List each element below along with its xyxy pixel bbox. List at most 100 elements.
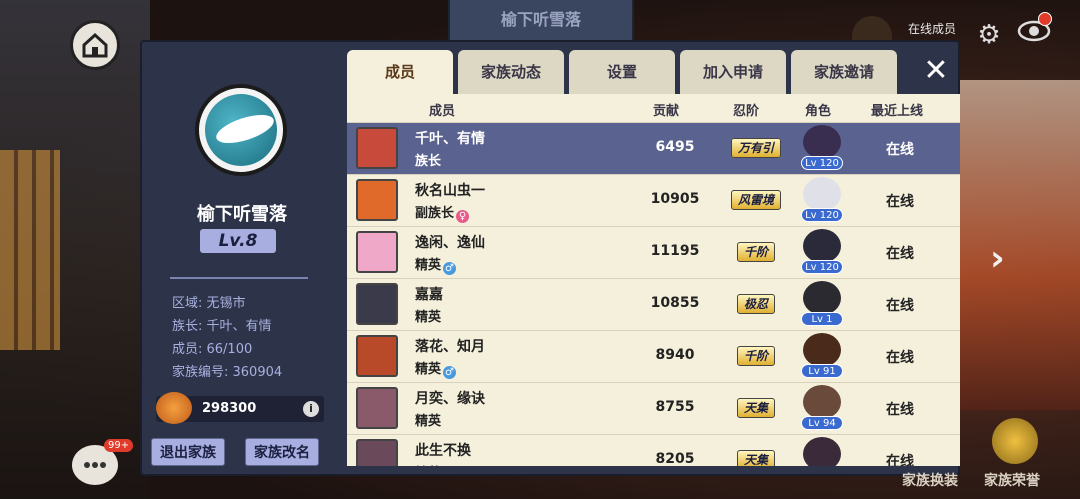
member-last-online: 在线	[886, 454, 914, 466]
member-last-online: 在线	[886, 298, 914, 314]
chat-button[interactable]: 99+	[72, 439, 134, 485]
eye-button[interactable]	[1016, 12, 1056, 50]
member-title: 精英	[415, 414, 442, 429]
coin-bag-icon	[156, 392, 192, 424]
table-row[interactable]: 月奕、缘诀 精英 8755 天集 Lv 94 在线	[347, 382, 960, 434]
background-right-scene	[960, 80, 1080, 410]
member-avatar[interactable]	[356, 387, 398, 429]
table-header: 成员 贡献 忍阶 角色 最近上线	[347, 94, 960, 122]
member-title: 精英♀	[415, 462, 456, 466]
member-contribution: 8205	[655, 451, 695, 466]
clan-emblem	[195, 84, 287, 176]
member-avatar[interactable]	[356, 231, 398, 273]
table-row[interactable]: 秋名山虫一 副族长 ♀ 10905 风雷境 Lv 120 在线	[347, 174, 960, 226]
member-last-online: 在线	[886, 194, 914, 210]
member-avatar[interactable]	[356, 127, 398, 169]
member-level: Lv 120	[801, 260, 843, 274]
clan-funds-value: 298300	[202, 401, 257, 416]
member-contribution: 8755	[655, 399, 695, 415]
header-last-online: 最近上线	[871, 104, 924, 119]
male-icon: ♂	[443, 366, 457, 379]
clan-swap-button[interactable]: 家族换装	[902, 470, 958, 490]
member-name: 嘉嘉	[415, 287, 443, 303]
member-title: 精英 ♂	[415, 254, 457, 275]
header-rank: 忍阶	[733, 104, 760, 119]
table-row[interactable]: 千叶、有情 族长 6495 万有引 Lv 120 在线	[347, 122, 960, 174]
member-name: 千叶、有情	[415, 131, 485, 147]
clan-number: 家族编号: 360904	[172, 365, 283, 380]
member-name: 秋名山虫一	[415, 183, 485, 199]
member-title: 精英	[415, 310, 442, 325]
chat-badge: 99+	[104, 439, 134, 452]
member-name: 逸闲、逸仙	[415, 235, 485, 251]
gear-icon[interactable]: ⚙	[974, 20, 1004, 50]
table-row[interactable]: 嘉嘉 精英 10855 极忍 Lv 1 在线	[347, 278, 960, 330]
header-member: 成员	[429, 104, 456, 119]
member-rank-badge: 极忍	[723, 289, 789, 319]
divider	[170, 277, 308, 279]
member-table: 成员 贡献 忍阶 角色 最近上线 千叶、有情 族长 6495 万有引 Lv 12…	[347, 94, 960, 466]
tab-settings[interactable]: 设置	[569, 50, 675, 94]
clan-honor-button[interactable]: 家族荣誉	[984, 470, 1040, 490]
member-contribution: 10855	[650, 295, 700, 311]
member-title: 精英 ♂	[415, 358, 457, 379]
home-button[interactable]	[70, 20, 120, 70]
member-rank-badge: 天集	[723, 393, 789, 423]
male-icon: ♂	[443, 262, 457, 275]
tab-join-requests[interactable]: 加入申请	[680, 50, 786, 94]
member-last-online: 在线	[886, 246, 914, 262]
member-rank-badge: 风雷境	[723, 185, 789, 215]
clan-level-badge: Lv.8	[200, 229, 276, 253]
leave-clan-button[interactable]: 退出家族	[151, 438, 225, 466]
member-avatar[interactable]	[356, 439, 398, 466]
member-last-online: 在线	[886, 402, 914, 418]
rename-clan-button[interactable]: 家族改名	[245, 438, 319, 466]
member-avatar[interactable]	[356, 283, 398, 325]
trophy-icon[interactable]	[992, 418, 1038, 464]
member-name: 落花、知月	[415, 339, 485, 355]
member-avatar[interactable]	[356, 179, 398, 221]
member-character-avatar	[803, 177, 841, 211]
clan-sign-banner: 榆下听雪落	[448, 0, 634, 42]
table-row[interactable]: 此生不换 精英♀ 8205 天集 Lv 120 在线	[347, 434, 960, 466]
member-title: 族长	[415, 154, 442, 169]
member-rank-badge: 千阶	[723, 341, 789, 371]
next-arrow-icon[interactable]: ›	[990, 238, 1005, 279]
member-contribution: 6495	[655, 139, 695, 155]
clan-members: 成员: 66/100	[172, 342, 253, 357]
close-icon[interactable]: ✕	[918, 54, 954, 90]
home-icon	[82, 32, 108, 58]
clan-region: 区域: 无锡市	[172, 296, 246, 311]
table-row[interactable]: 逸闲、逸仙 精英 ♂ 11195 千阶 Lv 120 在线	[347, 226, 960, 278]
member-contribution: 11195	[650, 243, 700, 259]
member-contribution: 10905	[650, 191, 700, 207]
member-level: Lv 91	[801, 364, 843, 378]
member-character-avatar	[803, 333, 841, 367]
member-character-avatar	[803, 437, 841, 466]
clan-leader: 族长: 千叶、有情	[172, 319, 272, 334]
member-name: 月奕、缘诀	[415, 391, 485, 407]
member-level: Lv 120	[801, 208, 843, 222]
member-level: Lv 1	[801, 312, 843, 326]
info-icon[interactable]: i	[303, 401, 319, 417]
notification-dot	[1038, 12, 1052, 26]
background-window	[0, 150, 60, 350]
member-contribution: 8940	[655, 347, 695, 363]
member-character-avatar	[803, 229, 841, 263]
member-character-avatar	[803, 281, 841, 315]
online-members-label: 在线成员	[908, 22, 957, 36]
clan-name: 榆下听雪落	[197, 204, 287, 225]
member-rank-badge: 天集	[723, 445, 789, 466]
tab-clan-invites[interactable]: 家族邀请	[791, 50, 897, 94]
header-contribution: 贡献	[653, 104, 680, 119]
tab-clan-news[interactable]: 家族动态	[458, 50, 564, 94]
member-level: Lv 120	[801, 156, 843, 170]
member-title: 副族长 ♀	[415, 202, 470, 223]
member-rank-badge: 万有引	[723, 133, 789, 163]
member-name: 此生不换	[415, 443, 471, 459]
member-avatar[interactable]	[356, 335, 398, 377]
tab-members[interactable]: 成员	[347, 50, 453, 94]
table-row[interactable]: 落花、知月 精英 ♂ 8940 千阶 Lv 91 在线	[347, 330, 960, 382]
member-last-online: 在线	[886, 350, 914, 366]
member-rank-badge: 千阶	[723, 237, 789, 267]
